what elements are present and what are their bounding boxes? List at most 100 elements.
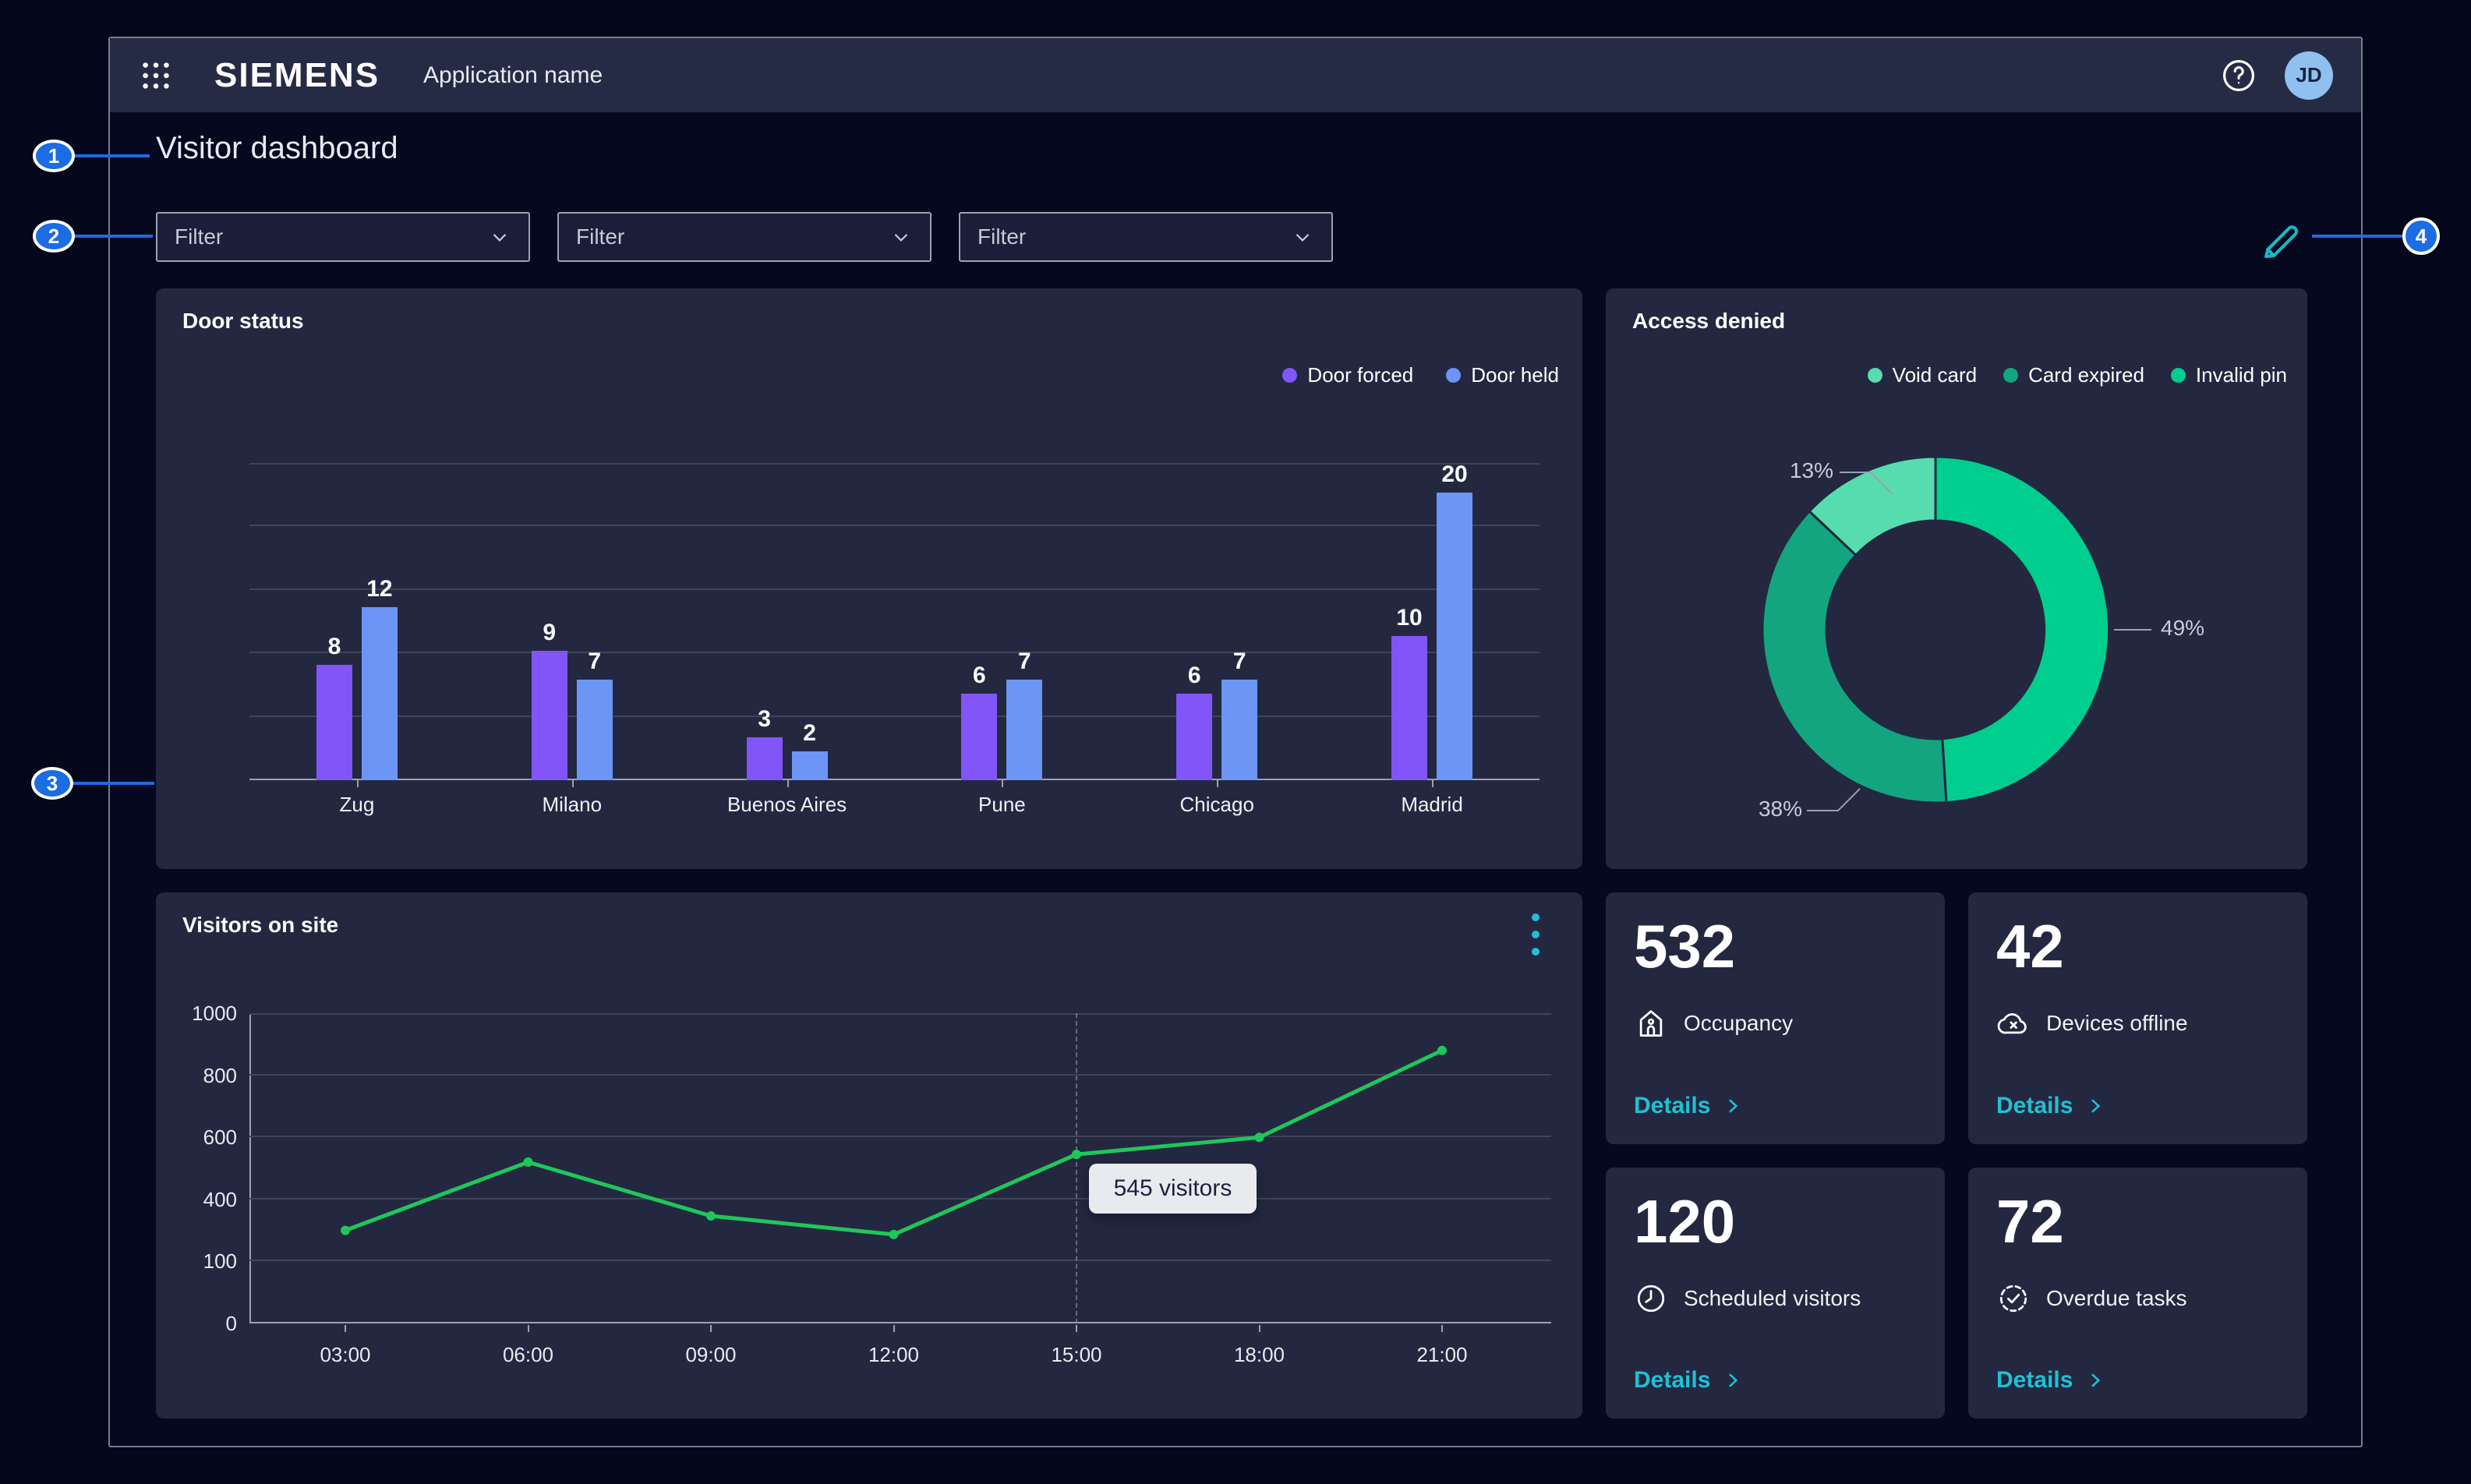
annotation-marker-1: 1 <box>33 140 75 172</box>
door-status-bar-chart: 812973267671020 <box>249 463 1540 780</box>
chevron-right-icon <box>1723 1096 1743 1116</box>
legend-item: Door held <box>1446 363 1559 387</box>
bar-group-Milano: 97 <box>465 463 680 780</box>
x-tick <box>893 1325 895 1332</box>
card-title: Door status <box>182 309 304 334</box>
y-tick-label: 600 <box>181 1125 237 1150</box>
kpi-card-scheduled-visitors: 120 Scheduled visitors Details <box>1606 1168 1945 1419</box>
details-label: Details <box>1634 1367 1710 1394</box>
x-tick <box>1002 780 1003 787</box>
bar-door-held <box>362 607 398 780</box>
visitors-line-chart <box>249 1013 1551 1323</box>
kpi-card-overdue-tasks: 72 Overdue tasks Details <box>1968 1168 2307 1419</box>
question-circle-icon <box>2220 57 2257 94</box>
kpi-label: Devices offline <box>2046 1011 2188 1036</box>
category-label: Chicago <box>1109 793 1324 817</box>
y-tick-label: 1000 <box>181 1002 237 1026</box>
y-tick-label: 0 <box>181 1312 237 1336</box>
edit-dashboard-button[interactable] <box>2256 216 2306 266</box>
chevron-down-icon <box>889 225 913 249</box>
chevron-right-icon <box>1723 1370 1743 1390</box>
x-tick <box>710 1325 712 1332</box>
line-series <box>249 1013 1551 1323</box>
x-tick <box>357 780 359 787</box>
card-title: Visitors on site <box>182 913 338 938</box>
app-launcher-icon[interactable] <box>138 58 174 94</box>
bar-door-held <box>792 751 828 780</box>
x-tick <box>1432 780 1433 787</box>
donut-label-13: 13% <box>1754 458 1833 483</box>
kpi-value: 120 <box>1634 1191 1735 1252</box>
x-tick <box>1076 1325 1077 1332</box>
top-app-bar: SIEMENS Application name JD <box>110 38 2361 112</box>
devices-offline-icon <box>1996 1006 2031 1041</box>
x-tick-label: 12:00 <box>840 1343 949 1367</box>
user-avatar[interactable]: JD <box>2285 51 2333 100</box>
bar-group-Pune: 67 <box>894 463 1109 780</box>
legend-dot <box>1446 368 1461 383</box>
x-tick <box>1259 1325 1260 1332</box>
details-link[interactable]: Details <box>1634 1093 1743 1119</box>
visitors-line <box>345 1051 1442 1235</box>
bar-value-label: 6 <box>973 664 986 687</box>
filter-select-3[interactable]: Filter <box>959 212 1333 262</box>
x-tick <box>345 1325 346 1332</box>
bar-door-forced <box>532 651 567 781</box>
application-name: Application name <box>423 62 603 89</box>
donut-label-49: 49% <box>2161 616 2204 641</box>
data-point <box>889 1230 899 1239</box>
bar-value-label: 3 <box>758 708 771 731</box>
category-label: Madrid <box>1324 793 1540 817</box>
bar-door-held <box>1006 680 1042 781</box>
x-tick-label: 03:00 <box>291 1343 400 1367</box>
bar-group-Zug: 8 12 <box>249 463 465 780</box>
legend-label: Door held <box>1471 363 1559 387</box>
details-link[interactable]: Details <box>1996 1093 2105 1119</box>
donut-slice-invalid-pin <box>1935 457 2109 803</box>
annotation-line-2 <box>73 235 153 238</box>
filter-select-1[interactable]: Filter <box>156 212 530 262</box>
annotation-marker-4: 4 <box>2402 217 2440 255</box>
y-tick-label: 800 <box>181 1064 237 1088</box>
details-link[interactable]: Details <box>1634 1367 1743 1394</box>
chart-tooltip: 545 visitors <box>1089 1164 1257 1214</box>
visitors-on-site-card: Visitors on site 01004006008001000 03:00… <box>156 892 1582 1419</box>
bar-value-label: 7 <box>1233 650 1246 673</box>
annotation-line-3 <box>72 782 154 785</box>
annotation-marker-3: 3 <box>31 767 73 800</box>
bar-value-label: 7 <box>588 650 601 673</box>
annotation-marker-2: 2 <box>33 220 75 253</box>
x-tick-label: 09:00 <box>656 1343 765 1367</box>
scheduled-visitors-icon <box>1634 1281 1668 1316</box>
donut-label-38: 38% <box>1751 797 1802 822</box>
category-label: Zug <box>249 793 465 817</box>
x-tick <box>1441 1325 1443 1332</box>
filter-select-2[interactable]: Filter <box>557 212 931 262</box>
annotation-line-4 <box>2312 235 2404 238</box>
bar-value-label: 20 <box>1441 463 1467 486</box>
category-label: Buenos Aires <box>680 793 895 817</box>
chevron-right-icon <box>2085 1370 2105 1390</box>
data-point <box>1437 1046 1447 1055</box>
kpi-card-devices-offline: 42 Devices offline Details <box>1968 892 2307 1144</box>
bar-value-label: 7 <box>1018 650 1031 673</box>
category-label: Pune <box>894 793 1109 817</box>
bar-value-label: 12 <box>366 578 392 601</box>
details-link[interactable]: Details <box>1996 1367 2105 1394</box>
bar-door-forced <box>1176 694 1212 780</box>
card-menu-button[interactable] <box>1520 913 1551 956</box>
kpi-label: Scheduled visitors <box>1684 1286 1861 1311</box>
data-point <box>1072 1150 1081 1159</box>
bar-value-label: 2 <box>803 722 816 745</box>
kpi-card-occupancy: 532 Occupancy Details <box>1606 892 1945 1144</box>
details-label: Details <box>1996 1367 2073 1394</box>
bar-value-label: 6 <box>1188 664 1201 687</box>
x-tick-label: 15:00 <box>1022 1343 1131 1367</box>
legend-item: Door forced <box>1282 363 1413 387</box>
bar-door-held <box>577 680 613 781</box>
occupancy-icon <box>1634 1006 1668 1041</box>
bar-group-Madrid: 1020 <box>1324 463 1540 780</box>
bar-value-label: 8 <box>328 635 341 659</box>
bar-group-Chicago: 67 <box>1109 463 1324 780</box>
help-button[interactable] <box>2219 56 2258 95</box>
